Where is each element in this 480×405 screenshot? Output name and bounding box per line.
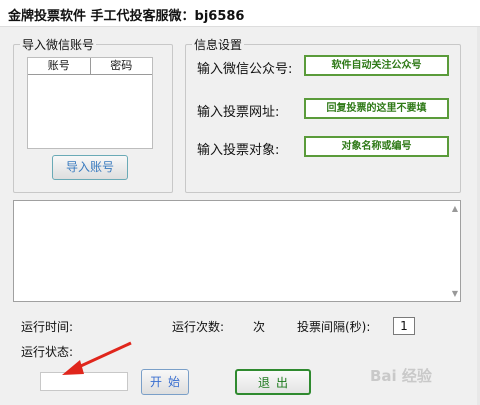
- start-button[interactable]: 开始: [141, 369, 189, 395]
- vote-target-input[interactable]: 对象名称或编号: [304, 136, 449, 157]
- title-bar: 金牌投票软件 手工代投客服微：bj6586: [0, 0, 480, 27]
- vote-url-label: 输入投票网址:: [197, 105, 280, 120]
- vote-url-input[interactable]: 回复投票的这里不要填: [304, 98, 449, 119]
- window-title: 金牌投票软件 手工代投客服微：bj6586: [8, 9, 245, 24]
- wechat-account-input[interactable]: 软件自动关注公众号: [304, 55, 449, 76]
- log-textarea[interactable]: ▲ ▼: [13, 200, 461, 302]
- run-count-label: 运行次数:: [172, 320, 225, 334]
- app-window: 金牌投票软件 手工代投客服微：bj6586 导入微信账号 账号 密码 导入账号 …: [0, 0, 480, 405]
- accounts-table-header: 账号 密码: [28, 58, 152, 75]
- column-header-password[interactable]: 密码: [91, 58, 153, 74]
- scroll-down-icon[interactable]: ▼: [452, 289, 458, 298]
- import-accounts-button[interactable]: 导入账号: [52, 155, 128, 180]
- vote-interval-label: 投票间隔(秒):: [297, 320, 371, 334]
- accounts-table[interactable]: 账号 密码: [27, 57, 153, 149]
- wechat-account-label: 输入微信公众号:: [197, 62, 293, 77]
- run-time-label: 运行时间:: [21, 320, 74, 334]
- exit-button[interactable]: 退出: [235, 369, 311, 395]
- scroll-up-icon[interactable]: ▲: [452, 204, 458, 213]
- vote-interval-input[interactable]: 1: [393, 317, 415, 335]
- watermark-logo: Bai 经验: [370, 367, 432, 385]
- info-group-legend: 信息设置: [194, 38, 243, 52]
- vote-target-label: 输入投票对象:: [197, 143, 280, 158]
- column-header-account[interactable]: 账号: [28, 58, 91, 74]
- import-group-legend: 导入微信账号: [22, 38, 95, 52]
- log-scrollbar[interactable]: ▲ ▼: [448, 201, 460, 301]
- run-count-unit: 次: [253, 320, 266, 334]
- red-arrow-icon: [62, 341, 132, 375]
